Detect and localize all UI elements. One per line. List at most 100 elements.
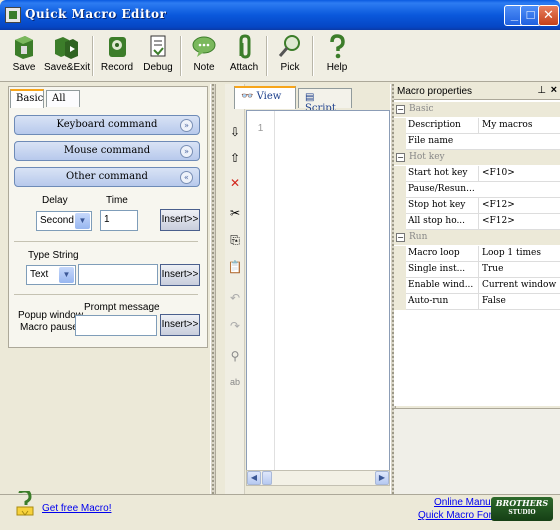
group-run-label: Run	[409, 232, 428, 242]
time-label: Time	[106, 195, 128, 206]
chevron-down-icon: »	[180, 145, 193, 158]
debug-button[interactable]: Debug	[136, 34, 180, 78]
properties-title: Macro properties	[397, 86, 473, 97]
undo-icon[interactable]: ↶	[227, 290, 243, 306]
online-manual-link[interactable]: Online Manual	[434, 497, 498, 508]
replace-icon[interactable]: ab	[227, 374, 243, 390]
save-button[interactable]: Save	[2, 34, 46, 78]
redo-icon[interactable]: ↷	[227, 318, 243, 334]
note-button[interactable]: Note	[182, 34, 226, 78]
prop-row[interactable]: Stop hot key <F12>	[394, 198, 560, 214]
get-free-macro-link[interactable]: Get free Macro!	[42, 503, 111, 514]
attach-button[interactable]: Attach	[222, 34, 266, 78]
delay-unit-select[interactable]: Second ▼	[36, 211, 92, 231]
keyboard-command-label: Keyboard command	[56, 119, 158, 130]
prop-value[interactable]: False	[478, 294, 560, 309]
prop-row[interactable]: Pause/Resun...	[394, 182, 560, 198]
prop-value[interactable]: My macros	[478, 118, 560, 133]
prop-key: Macro loop	[408, 248, 460, 258]
prompt-message-input[interactable]	[75, 315, 157, 336]
save-exit-icon	[55, 37, 78, 59]
brothers-studio-logo[interactable]: BROTHERS STUDIO	[491, 497, 553, 521]
scroll-right-icon[interactable]: ▶	[375, 471, 389, 485]
group-hot-key[interactable]: − Hot key	[394, 150, 560, 165]
insert-popup-button[interactable]: Insert>>	[160, 314, 200, 336]
scroll-thumb[interactable]	[262, 471, 272, 485]
scroll-left-icon[interactable]: ◀	[247, 471, 261, 485]
prop-key: Start hot key	[408, 168, 468, 178]
prop-value[interactable]: Loop 1 times	[478, 246, 560, 261]
prop-key: Stop hot key	[408, 200, 466, 210]
debug-icon	[150, 35, 166, 57]
copy-icon[interactable]: ⎘	[227, 232, 243, 248]
collapse-icon[interactable]: −	[396, 153, 405, 162]
keyboard-command-section[interactable]: Keyboard command »	[14, 115, 200, 135]
properties-header: Macro properties ⊥ ×	[394, 84, 560, 100]
tab-script[interactable]: ▤ Script	[298, 88, 352, 114]
prop-row[interactable]: Start hot key <F10>	[394, 166, 560, 182]
prop-row[interactable]: File name	[394, 134, 560, 150]
collapse-icon[interactable]: −	[396, 233, 405, 242]
macro-pause-label: Macro pause	[20, 322, 78, 333]
move-up-icon[interactable]: ⇧	[227, 150, 243, 166]
delete-icon[interactable]: ✕	[227, 175, 243, 191]
save-label: Save	[12, 62, 36, 73]
line-gutter: 1	[247, 111, 275, 483]
close-icon[interactable]: ×	[551, 84, 557, 96]
toolbar-separator	[180, 36, 181, 76]
editor-horizontal-scrollbar[interactable]: ◀ ▶	[246, 470, 390, 486]
other-command-section[interactable]: Other command «	[14, 167, 200, 187]
record-button[interactable]: Record	[95, 34, 139, 78]
save-exit-button[interactable]: Save&Exit	[44, 34, 90, 78]
find-icon[interactable]: ⚲	[227, 348, 243, 364]
chevron-down-icon: »	[180, 119, 193, 132]
type-string-select[interactable]: Text ▼	[26, 265, 76, 285]
divider	[14, 241, 198, 242]
prop-value[interactable]: True	[478, 262, 560, 277]
group-run[interactable]: − Run	[394, 230, 560, 245]
prop-row[interactable]: Macro loop Loop 1 times	[394, 246, 560, 262]
group-basic[interactable]: − Basic	[394, 102, 560, 117]
prop-key: Description	[408, 120, 461, 130]
tab-all[interactable]: All	[46, 90, 80, 107]
note-label: Note	[193, 62, 215, 73]
insert-type-string-button[interactable]: Insert>>	[160, 264, 200, 286]
cut-icon[interactable]: ✂	[227, 205, 243, 221]
prop-value[interactable]: <F10>	[478, 166, 560, 181]
insert-delay-button[interactable]: Insert>>	[160, 209, 200, 231]
pick-button[interactable]: Pick	[268, 34, 312, 78]
mouse-command-label: Mouse command	[63, 145, 151, 156]
prop-row[interactable]: All stop ho... <F12>	[394, 214, 560, 230]
collapse-icon[interactable]: −	[396, 105, 405, 114]
prop-row[interactable]: Description My macros	[394, 118, 560, 134]
app-icon	[5, 7, 21, 23]
prop-value[interactable]: <F12>	[478, 214, 560, 229]
toolbar-separator	[312, 36, 313, 76]
help-button[interactable]: Help	[315, 34, 359, 78]
macro-editor[interactable]: 1	[246, 110, 390, 484]
type-string-input[interactable]	[78, 264, 158, 285]
pin-icon[interactable]: ⊥	[537, 85, 546, 96]
dropdown-arrow-icon: ▼	[75, 213, 90, 229]
record-icon	[109, 37, 126, 57]
edit-toolbar: ⇩ ⇧ ✕ ✂ ⎘ 📋 ↶ ↷ ⚲ ab	[225, 84, 245, 494]
tab-basic[interactable]: Basic	[10, 89, 44, 108]
time-input[interactable]: 1	[100, 210, 138, 231]
tab-view[interactable]: 👓 View	[234, 86, 296, 109]
type-string-label: Type String	[28, 250, 79, 261]
mouse-command-section[interactable]: Mouse command »	[14, 141, 200, 161]
help-icon	[330, 34, 345, 59]
prop-row[interactable]: Enable wind... Current window	[394, 278, 560, 294]
macro-properties-panel: Macro properties ⊥ × − Basic Description…	[394, 84, 560, 406]
delay-label: Delay	[42, 195, 68, 206]
paste-icon[interactable]: 📋	[227, 259, 243, 275]
prop-row[interactable]: Single inst... True	[394, 262, 560, 278]
close-button[interactable]: ✕	[538, 5, 559, 26]
other-command-label: Other command	[66, 171, 148, 182]
prop-value[interactable]: Current window	[478, 278, 560, 293]
prop-row[interactable]: Auto-run False	[394, 294, 560, 310]
left-splitter[interactable]	[210, 84, 216, 494]
move-down-icon[interactable]: ⇩	[227, 124, 243, 140]
record-label: Record	[100, 62, 134, 73]
prop-value[interactable]: <F12>	[478, 198, 560, 213]
